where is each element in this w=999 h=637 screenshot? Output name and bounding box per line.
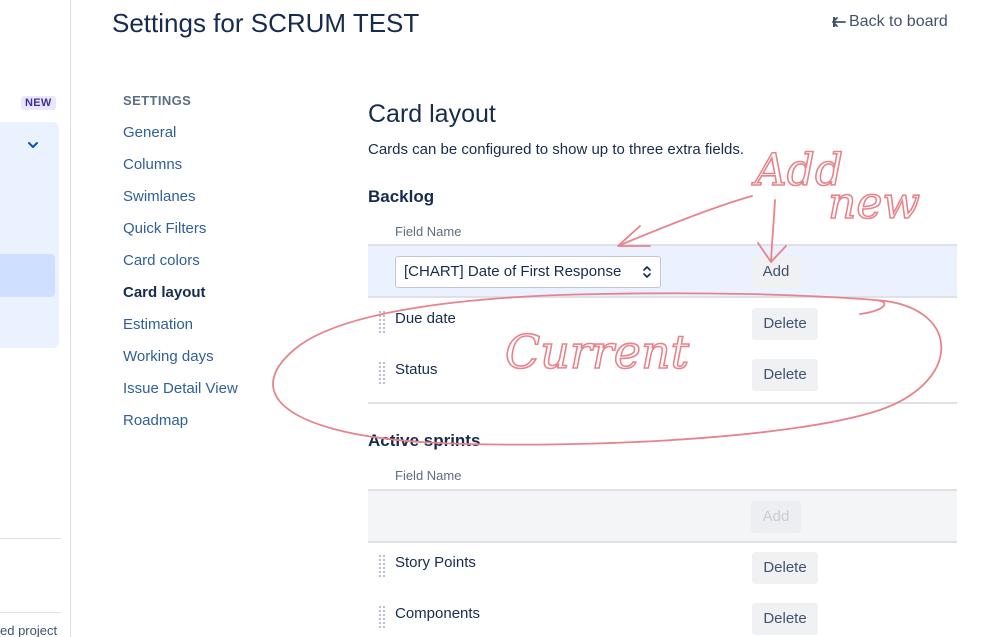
nav-item-roadmap[interactable]: Roadmap	[123, 405, 323, 437]
delete-button[interactable]: Delete	[752, 308, 818, 340]
delete-button[interactable]: Delete	[752, 603, 818, 635]
annotation-arrow-to-select	[617, 195, 753, 247]
project-panel	[0, 122, 59, 348]
drag-handle-icon[interactable]	[377, 605, 387, 629]
sidebar-divider	[0, 612, 61, 613]
section-rule	[368, 402, 957, 404]
nav-item-working-days[interactable]: Working days	[123, 341, 323, 373]
section-description: Cards can be configured to show up to th…	[368, 141, 745, 158]
sidebar-divider	[0, 538, 61, 539]
field-name: Status	[395, 361, 438, 378]
select-arrows-icon	[643, 266, 651, 278]
sprint-field-row: Story Points Delete	[368, 543, 957, 594]
active-sprints-heading: Active sprints	[368, 431, 481, 450]
annotation-text-new: new	[828, 178, 920, 229]
nav-item-card-layout[interactable]: Card layout	[123, 277, 323, 309]
chevron-down-icon[interactable]	[26, 138, 40, 152]
field-name: Story Points	[395, 554, 476, 571]
nav-item-columns[interactable]: Columns	[123, 149, 323, 181]
sidebar-selected-item[interactable]	[0, 254, 55, 297]
project-footer-text[interactable]: ed project	[0, 623, 57, 637]
nav-item-issue-detail-view[interactable]: Issue Detail View	[123, 373, 323, 405]
backlog-field-row: Due date Delete	[368, 299, 957, 350]
nav-item-general[interactable]: General	[123, 117, 323, 149]
backlog-add-button[interactable]: Add	[751, 256, 801, 288]
section-title: Card layout	[368, 100, 496, 128]
nav-item-quick-filters[interactable]: Quick Filters	[123, 213, 323, 245]
page-title: Settings for SCRUM TEST	[112, 8, 420, 38]
sprint-field-row: Components Delete	[368, 594, 957, 637]
arrow-left-icon	[832, 17, 846, 27]
field-name: Components	[395, 605, 481, 622]
backlog-field-select-value: [CHART] Date of First Response	[404, 263, 622, 280]
active-sprints-column-header: Field Name	[395, 468, 462, 483]
active-sprints-add-row: Add	[368, 489, 957, 543]
backlog-field-select[interactable]: [CHART] Date of First Response	[395, 256, 661, 288]
field-name: Due date	[395, 310, 456, 327]
delete-button[interactable]: Delete	[752, 552, 818, 584]
back-to-board-link[interactable]: Back to board	[832, 13, 948, 31]
nav-item-estimation[interactable]: Estimation	[123, 309, 323, 341]
settings-heading: SETTINGS	[123, 93, 192, 108]
nav-item-swimlanes[interactable]: Swimlanes	[123, 181, 323, 213]
nav-item-card-colors[interactable]: Card colors	[123, 245, 323, 277]
active-sprints-add-button[interactable]: Add	[751, 501, 801, 533]
drag-handle-icon[interactable]	[377, 554, 387, 578]
new-badge: NEW	[21, 96, 56, 110]
drag-handle-icon[interactable]	[377, 310, 387, 334]
backlog-column-header: Field Name	[395, 224, 462, 239]
backlog-heading: Backlog	[368, 187, 435, 206]
app-sidebar: NEW ed project	[0, 0, 71, 637]
drag-handle-icon[interactable]	[377, 361, 387, 385]
delete-button[interactable]: Delete	[752, 359, 818, 391]
backlog-field-row: Status Delete	[368, 350, 957, 401]
settings-nav: SETTINGS General Columns Swimlanes Quick…	[123, 93, 323, 437]
back-to-board-label: Back to board	[849, 13, 948, 30]
annotation-text-add: Add	[751, 145, 843, 196]
backlog-add-row: [CHART] Date of First Response Add	[368, 244, 957, 298]
